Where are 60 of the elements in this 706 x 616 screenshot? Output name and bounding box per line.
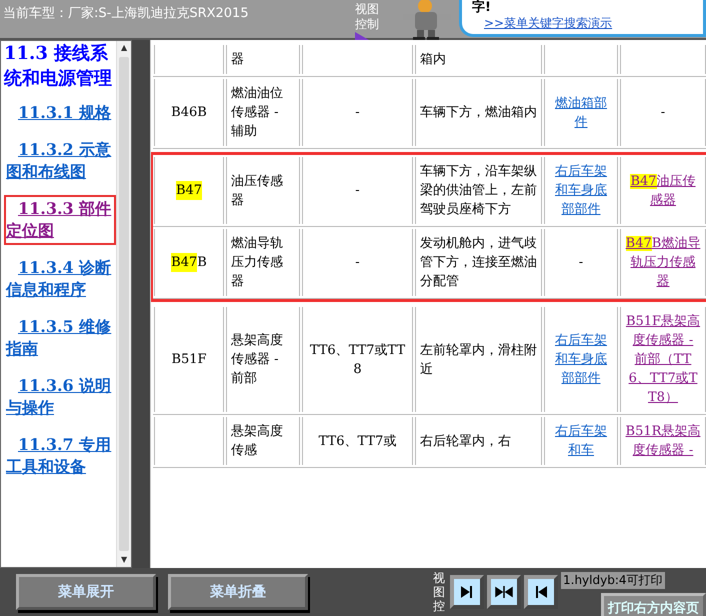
scroll-up-button[interactable]: ▲ — [117, 41, 131, 55]
table-cell: B47B — [154, 229, 224, 296]
arrow-right-icon — [459, 584, 475, 600]
menu-link[interactable]: 11.3.1 规格 — [4, 99, 116, 127]
table-cell: - — [620, 79, 706, 146]
table-link[interactable]: 右后车架和车 — [549, 422, 613, 460]
tip-text: 字! — [472, 0, 491, 15]
menu-link[interactable]: 11.3.6 说明与操作 — [4, 372, 116, 422]
table-cell: 器 — [226, 45, 300, 74]
table-cell: B47 — [154, 157, 224, 224]
arrow-left-icon — [533, 584, 549, 600]
table-cell: 发动机舱内，进气歧管下方，连接至燃油分配管 — [415, 229, 542, 296]
table-cell: 油压传感器 — [226, 157, 300, 224]
menu-button[interactable]: 菜单折叠 — [168, 574, 308, 610]
print-status-text: 1.hyldyb:4可打印 — [561, 572, 665, 589]
print-button[interactable]: 打印右方内容页 — [601, 593, 706, 616]
table-link[interactable]: 右后车架和车身底部部件 — [549, 331, 613, 388]
table-cell: - — [544, 229, 618, 296]
table-cell: 箱内 — [415, 45, 542, 74]
table-cell — [154, 45, 224, 74]
menu-link[interactable]: 11.3.2 示意图和布线图 — [4, 136, 116, 186]
menu-link[interactable]: 11.3.5 维修指南 — [4, 313, 116, 363]
table-cell: 燃油导轨压力传感器 — [226, 229, 300, 296]
search-demo-link[interactable]: >>菜单关键字搜索演示 — [484, 15, 612, 32]
table-cell: 悬架高度传感器 - 前部 — [226, 307, 300, 412]
table-cell: - — [302, 157, 413, 224]
table-cell: 车辆下方，燃油箱内 — [415, 79, 542, 146]
table-cell: 车辆下方，沿车架纵梁的供油管上，左前驾驶员座椅下方 — [415, 157, 542, 224]
scroll-thumb[interactable] — [119, 57, 129, 551]
table-cell: - — [302, 79, 413, 146]
view-button[interactable] — [450, 575, 484, 609]
table-cell: 悬架高度传感 — [226, 417, 300, 465]
table-link[interactable]: B47B燃油导轨压力传感器 — [625, 234, 701, 291]
menu-link[interactable]: 11.3.3 部件定位图 — [4, 195, 116, 245]
table-cell — [154, 417, 224, 465]
menu-link[interactable]: 11.3.7 专用工具和设备 — [4, 431, 116, 481]
table-cell: - — [302, 229, 413, 296]
view-button[interactable] — [487, 575, 521, 609]
menu-link[interactable]: 11.3.4 诊断信息和程序 — [4, 254, 116, 304]
menu-button[interactable]: 菜单展开 — [16, 574, 156, 610]
table-cell: 右后轮罩内，右 — [415, 417, 542, 465]
table-link[interactable]: 燃油箱部件 — [549, 94, 613, 132]
table-cell: B46B — [154, 79, 224, 146]
splitter-bar[interactable] — [132, 40, 151, 568]
view-control-label: 视图控制 — [355, 1, 380, 32]
table-link[interactable]: B51F悬架高度传感器 - 前部（TT6、TT7或TT8） — [625, 312, 701, 407]
table-cell: B51F — [154, 307, 224, 412]
view-control-label: 视图控 — [433, 571, 446, 613]
table-cell: TT6、TT7或TT8 — [302, 307, 413, 412]
triangle-icon[interactable] — [355, 32, 369, 40]
scroll-down-button[interactable]: ▼ — [117, 553, 131, 567]
table-cell: TT6、TT7或 — [302, 417, 413, 465]
section-title: 11.3 接线系统和电源管理 — [4, 42, 113, 91]
table-cell: 左前轮罩内，滑柱附近 — [415, 307, 542, 412]
arrows-inward-icon — [495, 584, 513, 600]
view-button[interactable] — [524, 575, 558, 609]
table-link[interactable]: B51R悬架高度传感器 - — [625, 422, 701, 460]
table-link[interactable]: 右后车架和车身底部部件 — [549, 162, 613, 219]
table-cell: 燃油油位传感器 - 辅助 — [226, 79, 300, 146]
vehicle-model-text: 当前车型：厂家:S-上海凯迪拉克SRX2015 — [2, 5, 250, 22]
